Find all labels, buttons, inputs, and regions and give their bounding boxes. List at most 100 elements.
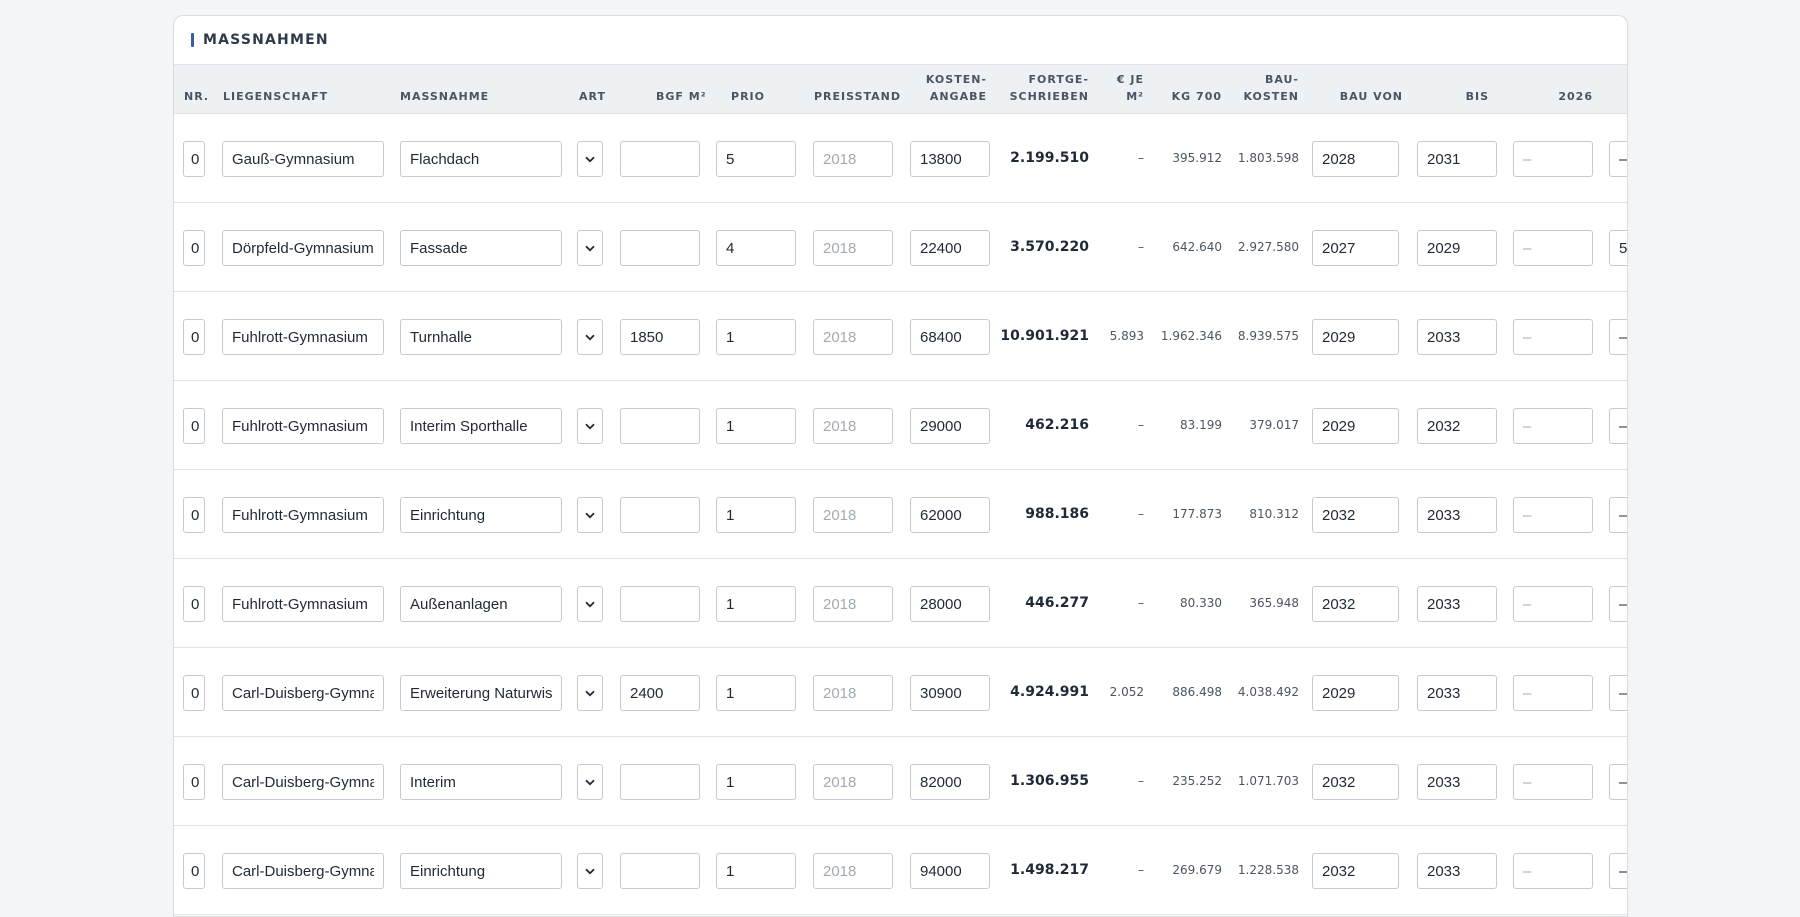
y2026-input[interactable] — [1513, 675, 1593, 711]
art-select[interactable] — [577, 319, 603, 355]
y2026-input[interactable] — [1513, 586, 1593, 622]
kostenangabe-input[interactable] — [910, 497, 990, 533]
nr-input[interactable] — [183, 141, 205, 177]
next-year-input[interactable] — [1609, 497, 1627, 533]
art-select[interactable] — [577, 408, 603, 444]
next-year-input[interactable] — [1609, 319, 1627, 355]
next-year-input[interactable] — [1609, 764, 1627, 800]
kostenangabe-input[interactable] — [910, 675, 990, 711]
nr-input[interactable] — [183, 764, 205, 800]
kostenangabe-input[interactable] — [910, 764, 990, 800]
liegenschaft-input[interactable] — [222, 141, 384, 177]
bgf-input[interactable] — [620, 230, 700, 266]
liegenschaft-input[interactable] — [222, 586, 384, 622]
liegenschaft-input[interactable] — [222, 675, 384, 711]
massnahme-input[interactable] — [400, 675, 562, 711]
bis-input[interactable] — [1417, 319, 1497, 355]
art-select[interactable] — [577, 230, 603, 266]
preisstand-input[interactable] — [813, 853, 893, 889]
bau-von-input[interactable] — [1312, 408, 1399, 444]
prio-input[interactable] — [716, 764, 796, 800]
y2026-input[interactable] — [1513, 319, 1593, 355]
bgf-input[interactable] — [620, 497, 700, 533]
bgf-input[interactable] — [620, 853, 700, 889]
nr-input[interactable] — [183, 230, 205, 266]
bau-von-input[interactable] — [1312, 319, 1399, 355]
massnahme-input[interactable] — [400, 586, 562, 622]
massnahme-input[interactable] — [400, 497, 562, 533]
liegenschaft-input[interactable] — [222, 497, 384, 533]
bgf-input[interactable] — [620, 675, 700, 711]
prio-input[interactable] — [716, 230, 796, 266]
art-select[interactable] — [577, 764, 603, 800]
kostenangabe-input[interactable] — [910, 141, 990, 177]
nr-input[interactable] — [183, 675, 205, 711]
preisstand-input[interactable] — [813, 230, 893, 266]
prio-input[interactable] — [716, 408, 796, 444]
bgf-input[interactable] — [620, 141, 700, 177]
bis-input[interactable] — [1417, 586, 1497, 622]
art-select[interactable] — [577, 141, 603, 177]
prio-input[interactable] — [716, 675, 796, 711]
art-select[interactable] — [577, 586, 603, 622]
bis-input[interactable] — [1417, 497, 1497, 533]
bau-von-input[interactable] — [1312, 586, 1399, 622]
bau-von-input[interactable] — [1312, 675, 1399, 711]
bis-input[interactable] — [1417, 675, 1497, 711]
liegenschaft-input[interactable] — [222, 853, 384, 889]
kostenangabe-input[interactable] — [910, 319, 990, 355]
massnahme-input[interactable] — [400, 764, 562, 800]
massnahme-input[interactable] — [400, 230, 562, 266]
prio-input[interactable] — [716, 497, 796, 533]
art-select[interactable] — [577, 497, 603, 533]
preisstand-input[interactable] — [813, 497, 893, 533]
kostenangabe-input[interactable] — [910, 408, 990, 444]
bgf-input[interactable] — [620, 764, 700, 800]
nr-input[interactable] — [183, 586, 205, 622]
bgf-input[interactable] — [620, 586, 700, 622]
bis-input[interactable] — [1417, 764, 1497, 800]
kostenangabe-input[interactable] — [910, 586, 990, 622]
preisstand-input[interactable] — [813, 586, 893, 622]
liegenschaft-input[interactable] — [222, 319, 384, 355]
bis-input[interactable] — [1417, 141, 1497, 177]
y2026-input[interactable] — [1513, 764, 1593, 800]
bau-von-input[interactable] — [1312, 141, 1399, 177]
y2026-input[interactable] — [1513, 230, 1593, 266]
nr-input[interactable] — [183, 408, 205, 444]
prio-input[interactable] — [716, 586, 796, 622]
liegenschaft-input[interactable] — [222, 230, 384, 266]
bau-von-input[interactable] — [1312, 497, 1399, 533]
y2026-input[interactable] — [1513, 497, 1593, 533]
y2026-input[interactable] — [1513, 853, 1593, 889]
next-year-input[interactable] — [1609, 586, 1627, 622]
massnahme-input[interactable] — [400, 319, 562, 355]
preisstand-input[interactable] — [813, 319, 893, 355]
next-year-input[interactable] — [1609, 675, 1627, 711]
bau-von-input[interactable] — [1312, 764, 1399, 800]
liegenschaft-input[interactable] — [222, 408, 384, 444]
next-year-input[interactable] — [1609, 408, 1627, 444]
next-year-input[interactable] — [1609, 141, 1627, 177]
next-year-input[interactable] — [1609, 853, 1627, 889]
massnahme-input[interactable] — [400, 141, 562, 177]
massnahme-input[interactable] — [400, 408, 562, 444]
bis-input[interactable] — [1417, 853, 1497, 889]
art-select[interactable] — [577, 853, 603, 889]
bgf-input[interactable] — [620, 319, 700, 355]
nr-input[interactable] — [183, 319, 205, 355]
art-select[interactable] — [577, 675, 603, 711]
kostenangabe-input[interactable] — [910, 230, 990, 266]
prio-input[interactable] — [716, 853, 796, 889]
preisstand-input[interactable] — [813, 141, 893, 177]
bis-input[interactable] — [1417, 408, 1497, 444]
preisstand-input[interactable] — [813, 408, 893, 444]
preisstand-input[interactable] — [813, 764, 893, 800]
massnahme-input[interactable] — [400, 853, 562, 889]
next-year-input[interactable] — [1609, 230, 1627, 266]
y2026-input[interactable] — [1513, 408, 1593, 444]
bis-input[interactable] — [1417, 230, 1497, 266]
bgf-input[interactable] — [620, 408, 700, 444]
y2026-input[interactable] — [1513, 141, 1593, 177]
nr-input[interactable] — [183, 853, 205, 889]
